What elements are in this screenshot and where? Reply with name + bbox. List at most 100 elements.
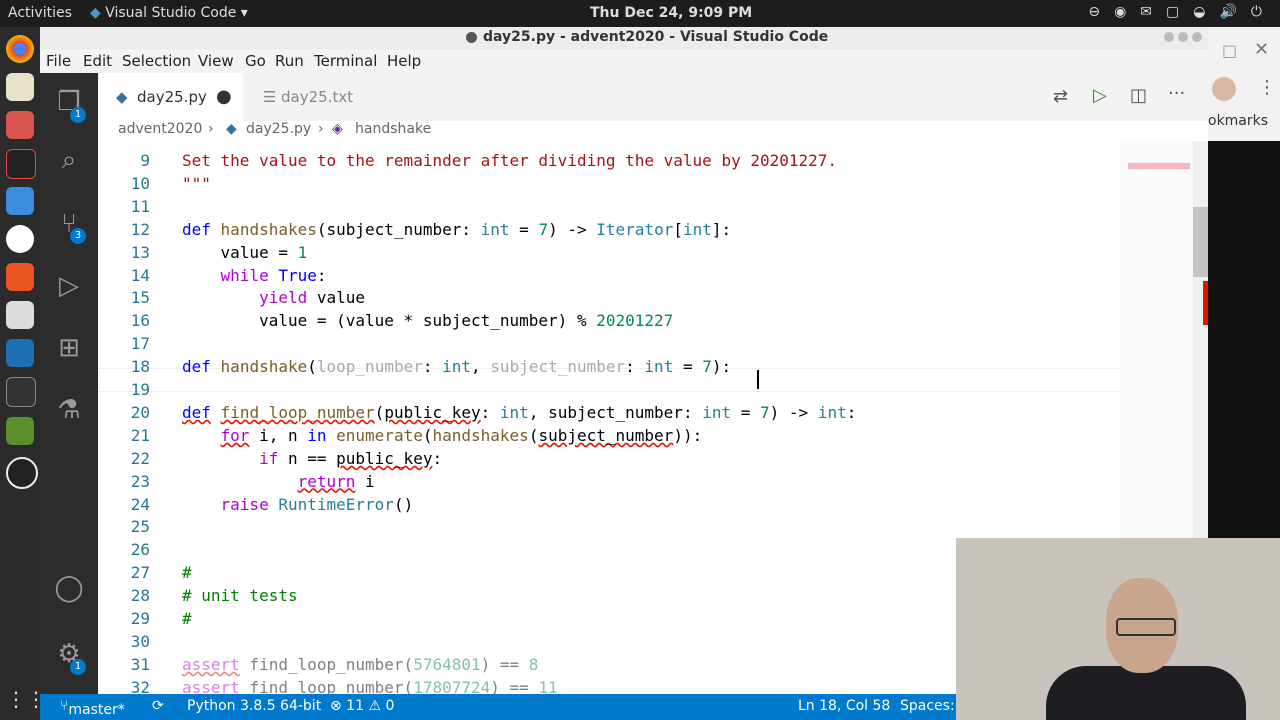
- settings-app-icon[interactable]: [6, 263, 34, 291]
- webcam-overlay: [956, 538, 1280, 720]
- files-app-icon[interactable]: [6, 111, 34, 139]
- avatar[interactable]: [1212, 77, 1236, 101]
- text-cursor: [757, 370, 759, 389]
- slack-icon[interactable]: [6, 225, 34, 253]
- menu-terminal[interactable]: Terminal: [314, 52, 377, 70]
- menu-run[interactable]: Run: [275, 52, 304, 70]
- clock[interactable]: Thu Dec 24, 9:09 PM: [590, 5, 752, 21]
- line-number: 29: [130, 609, 150, 628]
- tray-icon[interactable]: ⊖: [1088, 4, 1100, 20]
- problems-count[interactable]: ⊗ 11 ⚠ 0: [330, 698, 394, 714]
- tab-day25-txt[interactable]: ☰ day25.txt: [243, 73, 388, 121]
- code-line[interactable]: 18 def handshake(loop_number: int, subjec…: [98, 357, 1131, 380]
- python-interpreter[interactable]: Python 3.8.5 64-bit: [187, 698, 321, 714]
- maximize-button[interactable]: [1178, 32, 1188, 42]
- close-button[interactable]: [1192, 32, 1202, 42]
- line-number: 20: [130, 402, 150, 422]
- app-name: Visual Studio Code: [105, 5, 237, 21]
- code-text: while True:: [220, 265, 327, 285]
- breadcrumb: advent2020 › ◆ day25.py › ◈ handshake: [98, 121, 1208, 141]
- text-editor-icon[interactable]: [6, 73, 34, 101]
- line-number: 24: [130, 494, 150, 514]
- extensions-icon[interactable]: ⊞: [54, 333, 84, 363]
- run-file-icon[interactable]: ▷: [1093, 85, 1107, 106]
- power-icon[interactable]: ⏻: [1251, 4, 1262, 20]
- search-icon[interactable]: ⌕: [54, 145, 84, 175]
- network-icon[interactable]: ◒: [1193, 4, 1205, 20]
- text-file-icon: ☰: [263, 88, 277, 106]
- run-debug-icon[interactable]: ▷: [54, 271, 84, 301]
- app-menu[interactable]: ◆ Visual Studio Code ▾: [90, 5, 248, 21]
- account-icon[interactable]: ◯: [54, 573, 84, 603]
- code-line[interactable]: 11: [98, 197, 1131, 220]
- sync-icon[interactable]: ⟳: [152, 698, 164, 714]
- code-line[interactable]: 17: [98, 334, 1131, 357]
- settings-badge: 1: [70, 659, 86, 675]
- code-line[interactable]: 21 for i, n in enumerate(handshakes(subj…: [98, 426, 1131, 449]
- more-icon[interactable]: ⋮: [1258, 77, 1276, 98]
- code-line[interactable]: 22 if n == public_key:: [98, 449, 1131, 472]
- monitor-app-icon[interactable]: [6, 149, 36, 179]
- tray-icon[interactable]: ✉: [1140, 4, 1152, 20]
- menu-edit[interactable]: Edit: [83, 52, 112, 70]
- breadcrumb-file[interactable]: day25.py: [246, 121, 311, 137]
- code-line[interactable]: 20 def find_loop_number(public_key: int, …: [98, 403, 1131, 426]
- tray-icon[interactable]: ▢: [1166, 4, 1179, 20]
- breadcrumb-symbol[interactable]: handshake: [355, 121, 431, 137]
- vscode-dock-icon[interactable]: [6, 339, 34, 367]
- window-controls[interactable]: [1164, 32, 1202, 42]
- menu-selection[interactable]: Selection: [122, 52, 191, 70]
- menu-view[interactable]: View: [198, 52, 234, 70]
- code-line[interactable]: 13 value = 1: [98, 243, 1131, 266]
- split-editor-icon[interactable]: ◫: [1130, 85, 1147, 106]
- code-line[interactable]: 9 Set the value to the remainder after di…: [98, 151, 1131, 174]
- tab-day25-py[interactable]: ◆ day25.py ●: [98, 73, 243, 121]
- compare-changes-icon[interactable]: ⇄: [1053, 86, 1068, 107]
- obs-icon[interactable]: [6, 457, 38, 489]
- show-apps-icon[interactable]: ⋮⋮⋮: [6, 687, 66, 715]
- menu-help[interactable]: Help: [387, 52, 421, 70]
- chrome-icon[interactable]: [6, 35, 34, 63]
- maximize-button[interactable]: □: [1222, 41, 1237, 60]
- line-number: 11: [130, 196, 150, 216]
- vscode-icon: ◆: [90, 5, 106, 21]
- volume-icon[interactable]: 🔊: [1219, 4, 1236, 20]
- more-actions-icon[interactable]: ···: [1168, 83, 1185, 104]
- code-line[interactable]: 23 return i: [98, 472, 1131, 495]
- code-line[interactable]: 15 yield value: [98, 288, 1131, 311]
- chevron-right-icon: ›: [208, 121, 214, 137]
- menu-go[interactable]: Go: [245, 52, 266, 70]
- line-number: 9: [140, 151, 150, 170]
- cursor-position[interactable]: Ln 18, Col 58: [798, 698, 890, 714]
- terminal-icon[interactable]: [6, 377, 36, 407]
- testing-icon[interactable]: ⚗: [54, 395, 84, 425]
- line-number: 23: [130, 471, 150, 491]
- code-line[interactable]: 25: [98, 517, 1131, 540]
- minecraft-icon[interactable]: [6, 417, 34, 445]
- tray-icon[interactable]: ◉: [1114, 4, 1126, 20]
- code-line[interactable]: 16 value = (value * subject_number) % 20…: [98, 311, 1131, 334]
- line-number: 31: [130, 654, 150, 674]
- code-text: def handshake(loop_number: int, subject_…: [182, 357, 732, 377]
- line-number: 10: [130, 173, 150, 193]
- code-text: if n == public_key:: [259, 448, 443, 468]
- minimize-button[interactable]: [1164, 32, 1174, 42]
- bookmarks-label[interactable]: okmarks: [1208, 113, 1268, 129]
- unsaved-dot-icon[interactable]: ●: [216, 73, 232, 121]
- system-tray[interactable]: ⊖ ◉ ✉ ▢ ◒ 🔊 ⏻: [1088, 4, 1262, 20]
- camera-app-icon[interactable]: [6, 301, 34, 329]
- menu-file[interactable]: File: [46, 52, 71, 70]
- code-line[interactable]: 19: [98, 380, 1131, 403]
- code-line[interactable]: 14 while True:: [98, 266, 1131, 289]
- scrollbar-thumb[interactable]: [1193, 207, 1208, 277]
- app-icon[interactable]: [6, 187, 34, 215]
- code-line[interactable]: 12 def handshakes(subject_number: int = 7…: [98, 220, 1131, 243]
- code-line[interactable]: 24 raise RuntimeError(): [98, 495, 1131, 518]
- close-button[interactable]: ✕: [1254, 39, 1269, 60]
- git-branch[interactable]: ⑂ master*: [60, 698, 125, 718]
- code-text: value = 1: [182, 242, 308, 262]
- breadcrumb-folder[interactable]: advent2020: [118, 121, 202, 137]
- code-text: assert find_loop_number(5764801) == 8: [182, 654, 539, 674]
- code-line[interactable]: 10 """: [98, 174, 1131, 197]
- activities-button[interactable]: Activities: [8, 5, 72, 21]
